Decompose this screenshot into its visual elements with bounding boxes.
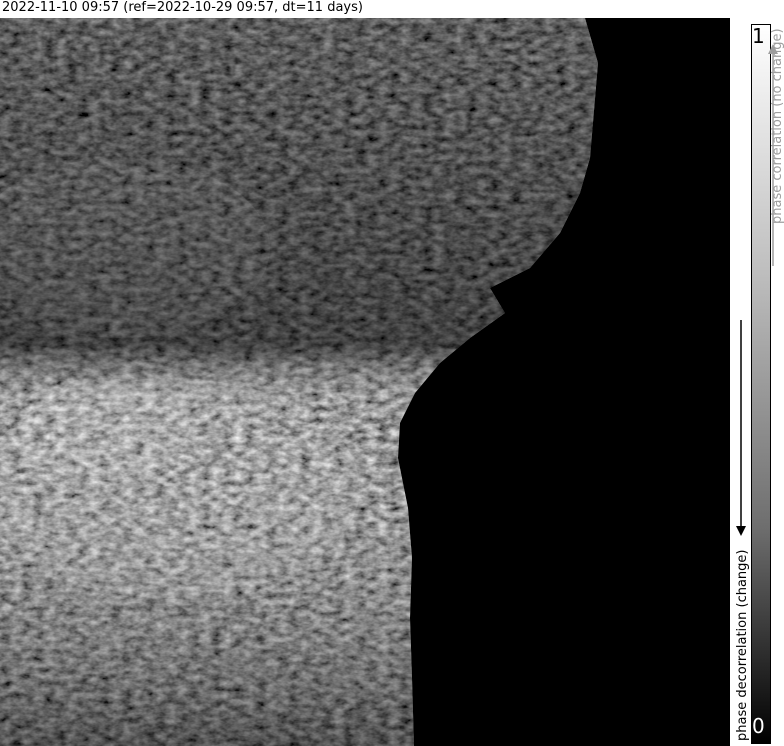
colorbar-max-label: 1 <box>752 24 765 48</box>
coherence-image-svg <box>0 18 730 746</box>
coherence-image <box>0 18 730 746</box>
colorbar-min-label: 0 <box>752 714 765 738</box>
colorbar-bottom-label: phase decorrelation (change) <box>735 549 750 741</box>
down-arrow-icon <box>736 320 746 536</box>
up-arrow-icon <box>768 44 778 266</box>
image-title: 2022-11-10 09:57 (ref=2022-10-29 09:57, … <box>2 0 363 15</box>
